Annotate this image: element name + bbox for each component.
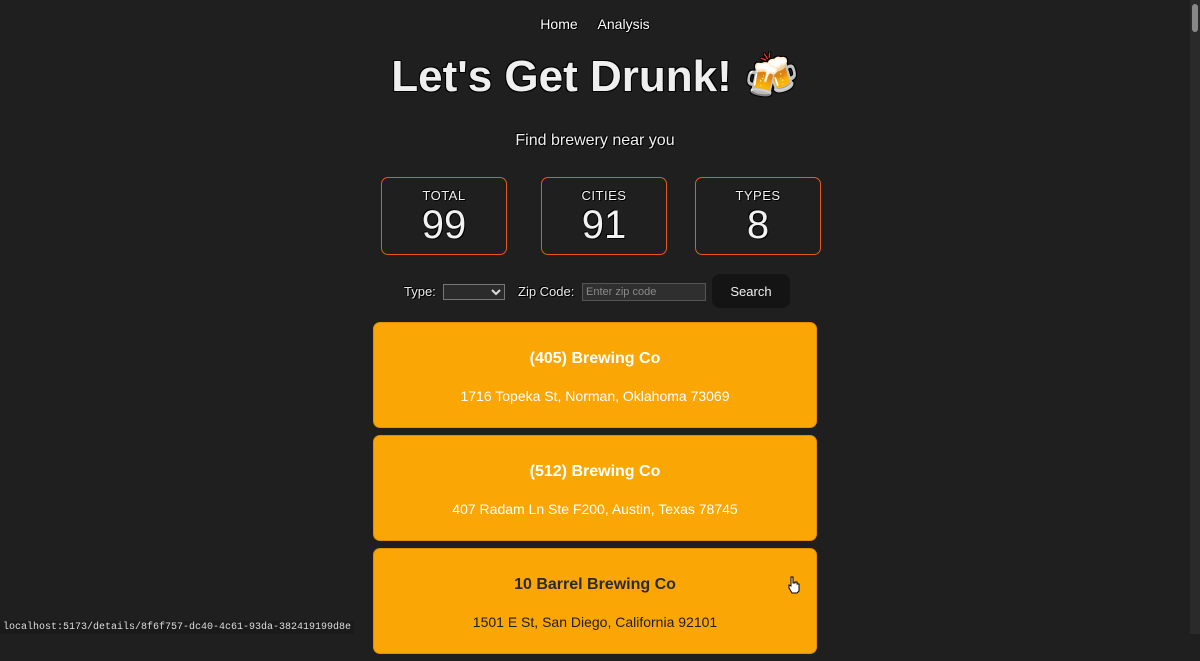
page-subtitle: Find brewery near you [515,132,675,149]
stat-cities-card: CITIES 91 [541,177,667,255]
stat-cities-label: CITIES [581,188,627,203]
stat-cities-value: 91 [581,203,627,247]
stat-types-card: TYPES 8 [695,177,821,255]
nav-home-link[interactable]: Home [540,16,577,32]
brewery-name: 10 Barrel Brewing Co [514,576,676,593]
stat-types-label: TYPES [735,188,781,203]
brewery-name: (512) Brewing Co [529,463,661,480]
brewery-address: 407 Radam Ln Ste F200, Austin, Texas 787… [452,501,738,517]
hand-cursor-icon [788,576,800,594]
stat-types-value: 8 [746,203,770,247]
brewery-card[interactable]: 10 Barrel Brewing Co 1501 E St, San Dieg… [373,548,817,654]
top-nav: Home Analysis [0,16,1190,32]
brewery-address: 1501 E St, San Diego, California 92101 [472,614,718,630]
filter-bar: Type: Zip Code: Search [0,274,1190,308]
brewery-card[interactable]: (512) Brewing Co 407 Radam Ln Ste F200, … [373,435,817,541]
brewery-list: (405) Brewing Co 1716 Topeka St, Norman,… [373,322,817,661]
search-button[interactable]: Search [712,274,790,308]
brewery-address: 1716 Topeka St, Norman, Oklahoma 73069 [460,388,730,404]
brewery-name: (405) Brewing Co [529,350,661,367]
type-label: Type: [404,284,436,299]
nav-analysis-link[interactable]: Analysis [598,16,650,32]
stat-total-value: 99 [421,203,467,247]
zip-input[interactable] [582,283,706,301]
page-title: Let's Get Drunk! 🍻 [391,52,799,101]
stat-total-label: TOTAL [422,188,466,203]
status-bar-url: localhost:5173/details/8f6f757-dc40-4c61… [0,621,355,634]
zip-label: Zip Code: [518,284,575,299]
type-select[interactable] [443,284,505,300]
page-scrollbar[interactable] [1190,0,1200,634]
brewery-card[interactable]: (405) Brewing Co 1716 Topeka St, Norman,… [373,322,817,428]
scrollbar-thumb[interactable] [1192,4,1198,32]
stat-total-card: TOTAL 99 [381,177,507,255]
